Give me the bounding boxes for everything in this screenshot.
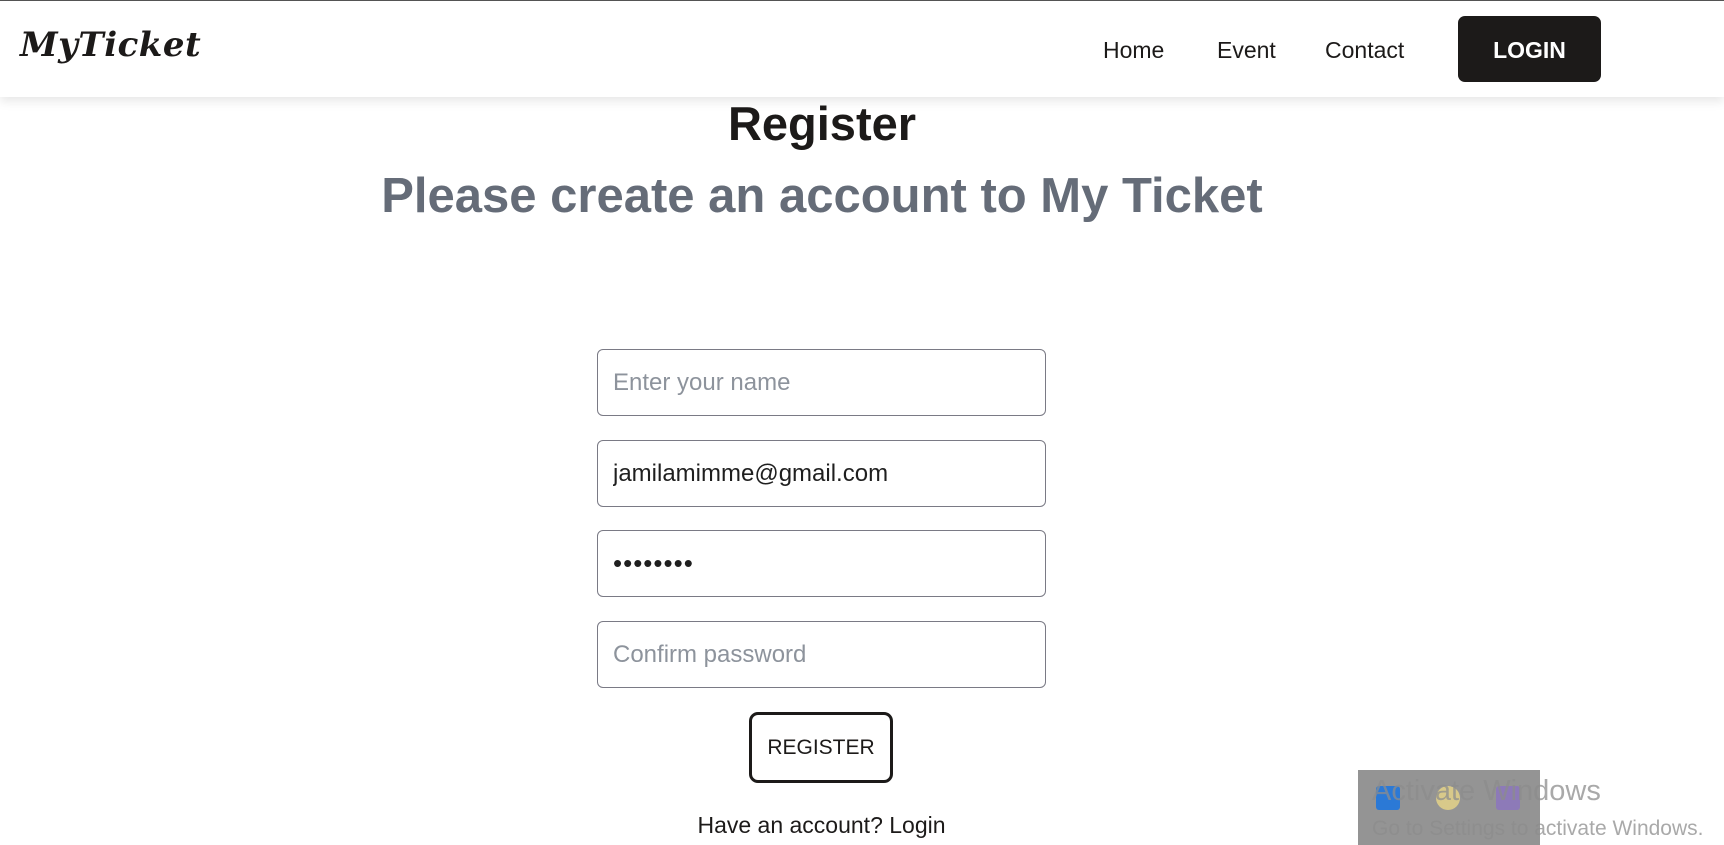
nav-link-home[interactable]: Home — [1103, 37, 1164, 64]
page-title: Register — [727, 97, 917, 150]
navbar: MyTicket Home Event Contact LOGIN — [0, 1, 1724, 97]
email-field[interactable] — [597, 440, 1046, 507]
register-button[interactable]: REGISTER — [749, 712, 893, 783]
login-button[interactable]: LOGIN — [1458, 16, 1601, 82]
confirm-password-field[interactable] — [597, 621, 1046, 688]
brand-logo[interactable]: MyTicket — [20, 25, 201, 65]
login-link[interactable]: Login — [889, 812, 945, 838]
page-subtitle: Please create an account to My Ticket — [381, 169, 1263, 223]
activate-windows-subtitle: Go to Settings to activate Windows. — [1372, 817, 1704, 840]
nav-link-contact[interactable]: Contact — [1325, 37, 1404, 64]
activate-windows-title: Activate Windows — [1372, 775, 1601, 807]
name-field[interactable] — [597, 349, 1046, 416]
nav-link-event[interactable]: Event — [1217, 37, 1276, 64]
login-prompt-text: Have an account? — [697, 812, 883, 838]
password-field[interactable] — [597, 530, 1046, 597]
